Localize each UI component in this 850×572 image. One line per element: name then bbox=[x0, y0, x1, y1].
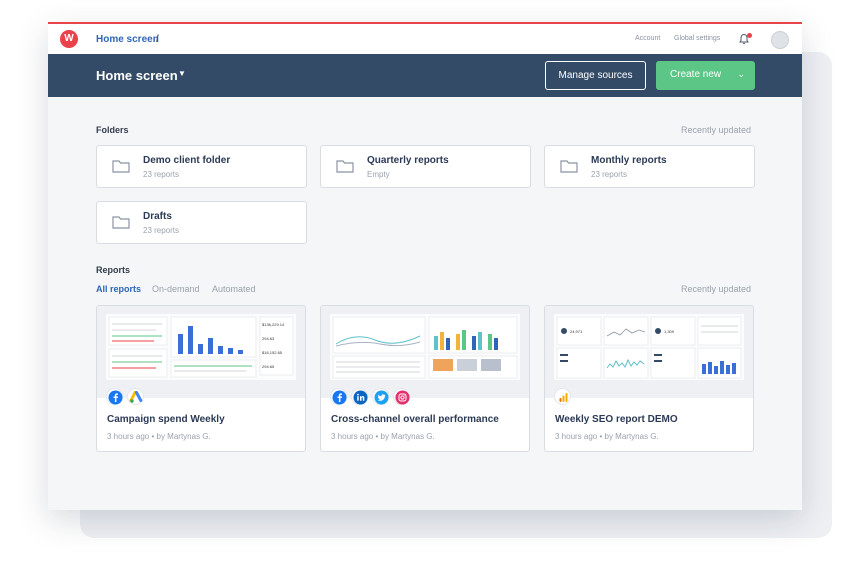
folder-icon bbox=[336, 160, 354, 173]
facebook-icon bbox=[106, 388, 123, 405]
manage-sources-button[interactable]: Manage sources bbox=[545, 61, 646, 90]
create-new-label: Create new bbox=[670, 69, 722, 80]
facebook-icon bbox=[330, 388, 347, 405]
svg-text:294.63: 294.63 bbox=[262, 336, 275, 341]
folder-name: Demo client folder bbox=[143, 155, 231, 166]
report-preview-image bbox=[330, 314, 520, 380]
notification-dot bbox=[747, 33, 752, 38]
folder-icon bbox=[112, 216, 130, 229]
google-analytics-icon bbox=[554, 388, 571, 405]
reports-sort[interactable]: Recently updated bbox=[681, 284, 751, 294]
breadcrumb-home[interactable]: Home screen bbox=[96, 34, 159, 45]
reports-heading: Reports bbox=[96, 265, 131, 275]
report-meta: 3 hours ago • by Martynas G. bbox=[331, 432, 435, 441]
folder-card[interactable]: Drafts 23 reports bbox=[96, 201, 307, 244]
folder-count: 23 reports bbox=[143, 226, 180, 235]
instagram-icon bbox=[393, 388, 410, 405]
breadcrumb-separator: / bbox=[156, 34, 159, 45]
report-title: Weekly SEO report DEMO bbox=[555, 414, 678, 425]
report-card[interactable]: $136,229.14 294.63 $16,152.65 294.65 Cam… bbox=[96, 305, 306, 452]
twitter-icon bbox=[372, 388, 389, 405]
chevron-down-icon[interactable]: ⌄ bbox=[737, 69, 745, 80]
create-new-button[interactable]: Create new ⌄ bbox=[656, 61, 755, 90]
linkedin-icon bbox=[351, 388, 368, 405]
folder-count: 23 reports bbox=[591, 170, 628, 179]
account-link[interactable]: Account bbox=[635, 35, 660, 42]
tab-automated[interactable]: Automated bbox=[212, 284, 256, 294]
avatar[interactable] bbox=[771, 31, 789, 49]
report-preview-image: 24,971 1,309 bbox=[554, 314, 744, 380]
folder-card[interactable]: Quarterly reports Empty bbox=[320, 145, 531, 188]
report-thumbnail: 24,971 1,309 bbox=[545, 306, 753, 398]
page-header: Home screen ▼ Manage sources Create new … bbox=[48, 54, 802, 97]
tab-all-reports[interactable]: All reports bbox=[96, 284, 141, 294]
folders-heading: Folders bbox=[96, 125, 129, 135]
global-settings-link[interactable]: Global settings bbox=[674, 35, 720, 42]
report-title: Cross-channel overall performance bbox=[331, 414, 499, 425]
folder-count: 23 reports bbox=[143, 170, 180, 179]
svg-text:24,971: 24,971 bbox=[570, 329, 583, 334]
report-meta: 3 hours ago • by Martynas G. bbox=[555, 432, 659, 441]
google-ads-icon bbox=[127, 388, 144, 405]
folder-card[interactable]: Monthly reports 23 reports bbox=[544, 145, 755, 188]
folder-count: Empty bbox=[367, 170, 390, 179]
report-thumbnail bbox=[321, 306, 529, 398]
report-preview-image: $136,229.14 294.63 $16,152.65 294.65 bbox=[106, 314, 296, 380]
folder-name: Monthly reports bbox=[591, 155, 667, 166]
svg-text:$16,152.65: $16,152.65 bbox=[262, 350, 283, 355]
folder-icon bbox=[560, 160, 578, 173]
svg-text:$136,229.14: $136,229.14 bbox=[262, 322, 285, 327]
page-title[interactable]: Home screen bbox=[96, 68, 178, 83]
top-bar: W Home screen / Account Global settings bbox=[48, 24, 802, 54]
report-card[interactable]: Cross-channel overall performance 3 hour… bbox=[320, 305, 530, 452]
report-title: Campaign spend Weekly bbox=[107, 414, 225, 425]
folders-sort[interactable]: Recently updated bbox=[681, 125, 751, 135]
folder-name: Quarterly reports bbox=[367, 155, 449, 166]
report-meta: 3 hours ago • by Martynas G. bbox=[107, 432, 211, 441]
folder-card[interactable]: Demo client folder 23 reports bbox=[96, 145, 307, 188]
report-card[interactable]: 24,971 1,309 Weekly SEO report DEMO 3 ho… bbox=[544, 305, 754, 452]
tab-on-demand[interactable]: On-demand bbox=[152, 284, 200, 294]
chevron-down-icon[interactable]: ▼ bbox=[178, 69, 186, 78]
svg-text:294.65: 294.65 bbox=[262, 364, 275, 369]
report-thumbnail: $136,229.14 294.63 $16,152.65 294.65 bbox=[97, 306, 305, 398]
svg-text:1,309: 1,309 bbox=[664, 329, 675, 334]
folder-name: Drafts bbox=[143, 211, 172, 222]
app-logo[interactable]: W bbox=[60, 30, 78, 48]
app-window: W Home screen / Account Global settings … bbox=[48, 22, 802, 510]
folder-icon bbox=[112, 160, 130, 173]
